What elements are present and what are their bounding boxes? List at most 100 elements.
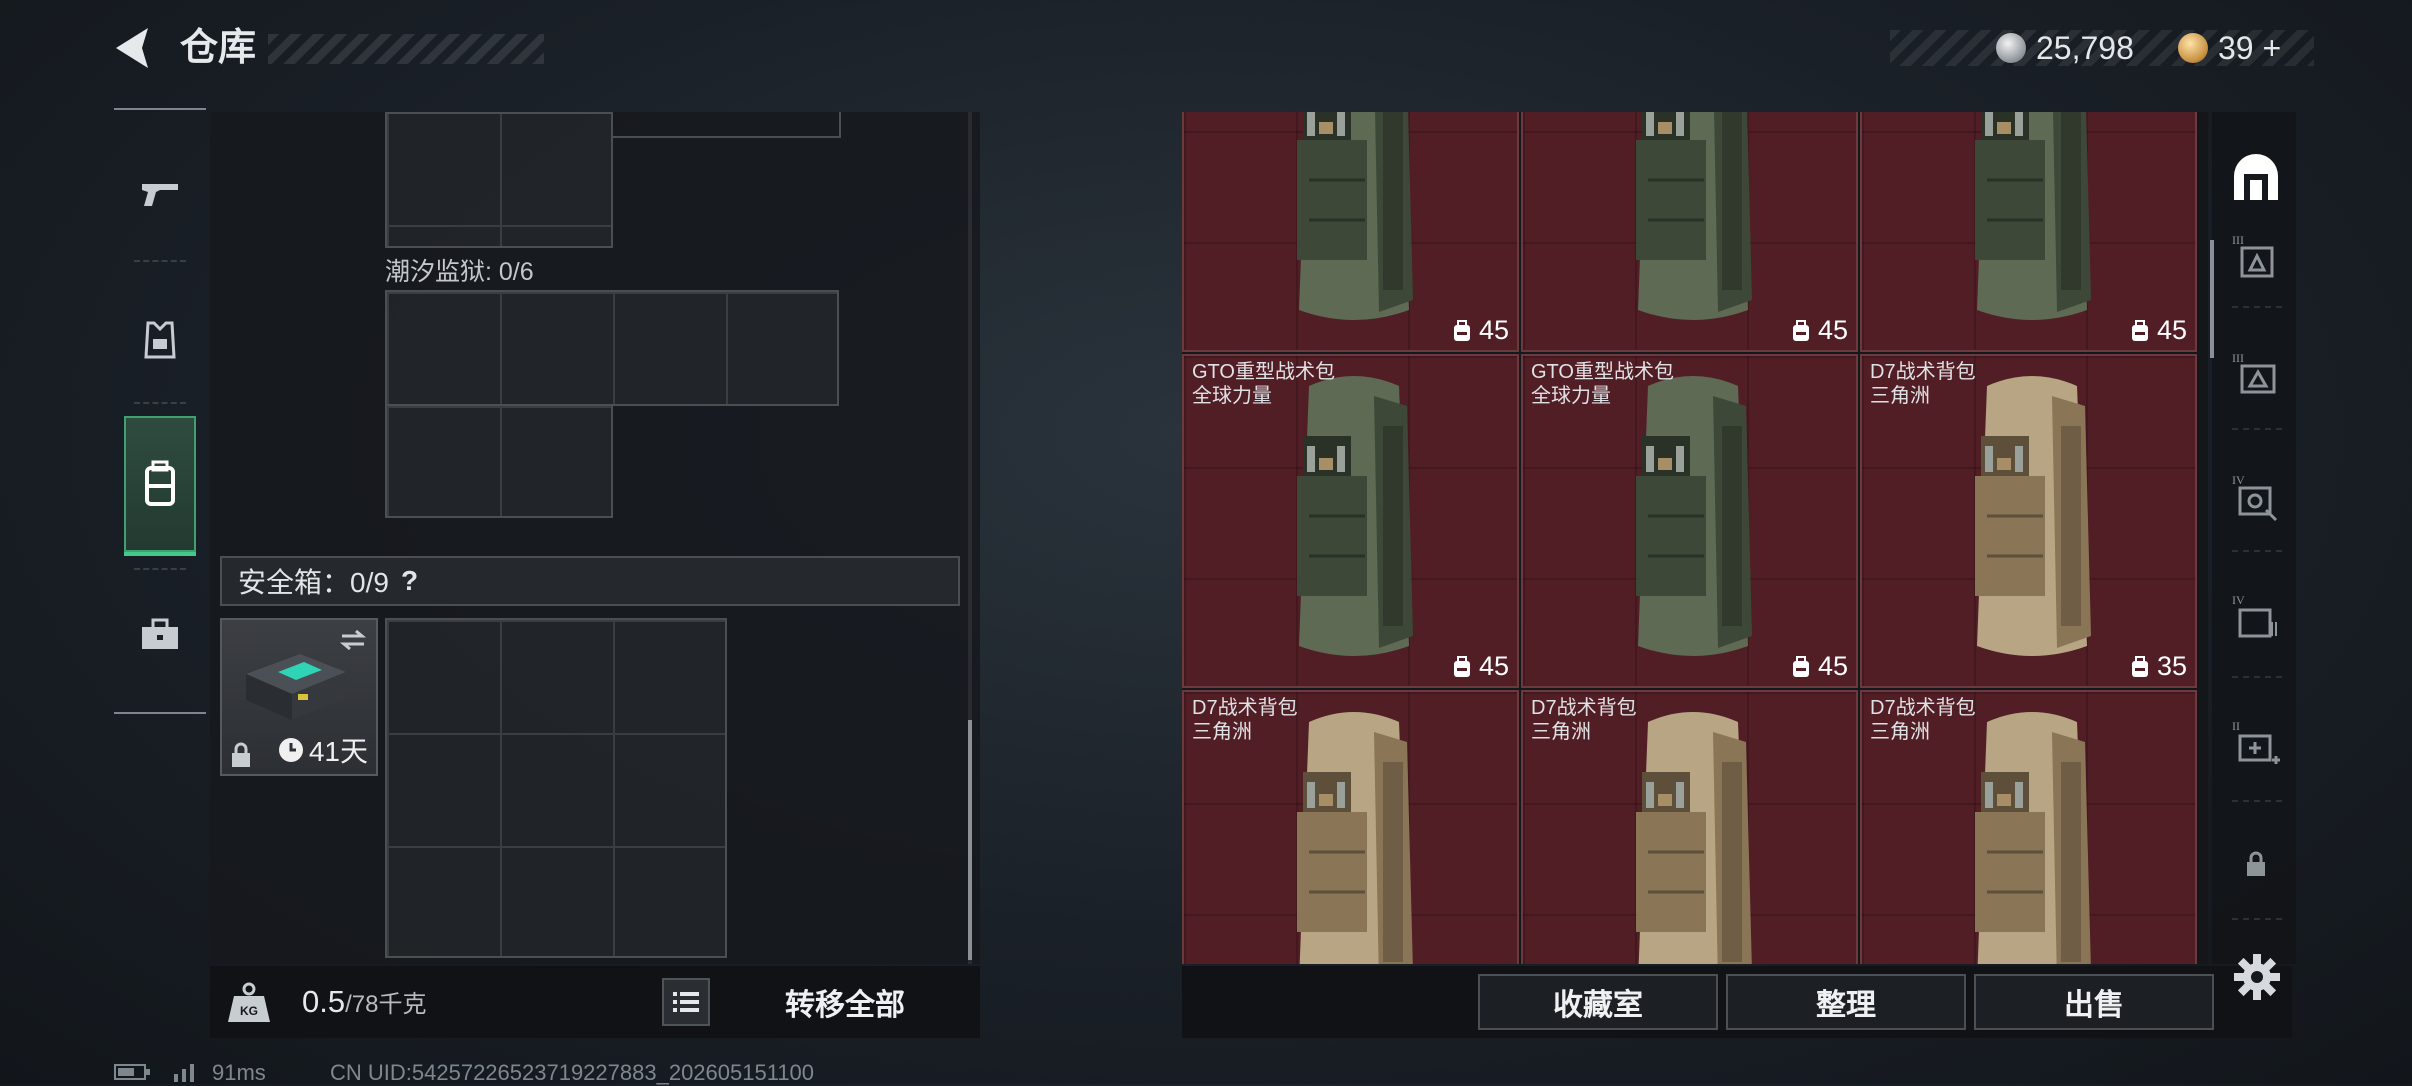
backpack-image <box>1975 712 2091 964</box>
item-brand: 三角洲 <box>1870 385 1930 407</box>
item-brand: 全球力量 <box>1192 385 1272 407</box>
filter-tier-iii-vest[interactable]: III <box>2224 344 2288 408</box>
gold-amount: 39 + <box>2218 29 2282 66</box>
backpack-image <box>1297 376 1413 656</box>
pistol-icon <box>142 184 178 206</box>
tab-backpacks[interactable] <box>124 416 196 556</box>
safebox-days-remaining: 41天 <box>308 736 368 767</box>
signal-icon <box>174 1064 194 1082</box>
uid-readout: CN UID:54257226523719227883_202605151100 <box>330 1060 815 1085</box>
clock-icon <box>278 738 303 762</box>
filter-tier-iv-case[interactable]: IV <box>2224 466 2288 530</box>
gold-coin-icon <box>2178 33 2208 63</box>
grid-edge <box>613 112 841 138</box>
safebox-image <box>246 654 346 720</box>
item-brand: 三角洲 <box>1531 721 1591 743</box>
tab-armor[interactable] <box>124 294 196 386</box>
toolbox-icon <box>142 618 178 649</box>
safebox-grid[interactable] <box>385 618 727 958</box>
item-cell[interactable]: D7战术背包 三角洲 <box>1521 690 1858 964</box>
svg-text:II: II <box>2232 719 2240 733</box>
silver-amount: 25,798 <box>2036 29 2134 66</box>
lock-icon <box>2247 851 2265 876</box>
item-scrollbar[interactable] <box>2210 240 2214 358</box>
help-icon[interactable]: ? <box>401 565 418 597</box>
organize-button[interactable]: 整理 <box>1726 974 1966 1030</box>
item-capacity: 35 <box>2129 651 2187 682</box>
home-icon <box>2234 154 2278 200</box>
item-name: D7战术背包 <box>1870 361 1976 383</box>
silver-coin-icon <box>1996 33 2026 63</box>
tab-weapons[interactable] <box>124 148 196 240</box>
svg-text:III: III <box>2232 233 2244 247</box>
list-view-button[interactable] <box>662 978 710 1026</box>
item-capacity-value: 45 <box>1817 651 1848 681</box>
back-button[interactable] <box>108 22 160 74</box>
backpack-image <box>1975 112 2091 320</box>
capacity-icon <box>1453 655 1470 677</box>
item-cell[interactable]: D7战术背包 三角洲 <box>1860 690 2197 964</box>
item-name: D7战术背包 <box>1192 697 1298 719</box>
weight-readout: 0.5/78千克 <box>302 984 426 1020</box>
storage-scrollbar[interactable] <box>968 720 972 960</box>
sell-button[interactable]: 出售 <box>1974 974 2214 1030</box>
item-brand: 三角洲 <box>1870 721 1930 743</box>
container-grid-top-row[interactable] <box>385 290 839 406</box>
backpack-image <box>1297 112 1413 320</box>
backpack-icon <box>145 460 175 506</box>
container-grid-bottom-row[interactable] <box>385 404 613 518</box>
tier-iv-case-icon: IV <box>2232 473 2278 522</box>
gold-currency[interactable]: 39 + <box>2178 28 2281 68</box>
weight-max: /78千克 <box>345 991 427 1018</box>
item-cell[interactable]: D7战术背包 三角洲 <box>1182 690 1519 964</box>
item-capacity-value: 35 <box>2156 651 2187 681</box>
svg-text:IV: IV <box>2232 473 2245 487</box>
item-cell[interactable]: GTO重型战术包 全球力量 45 <box>1521 354 1858 688</box>
safebox-timer: 41天 <box>277 730 368 770</box>
capacity-icon <box>1453 319 1470 341</box>
tier-iii-backpack-icon: III <box>2232 233 2274 278</box>
settings-gear-icon[interactable] <box>2232 952 2282 1002</box>
swap-icon[interactable] <box>338 628 368 652</box>
collection-room-button[interactable]: 收藏室 <box>1478 974 1718 1030</box>
item-capacity: 45 <box>2129 315 2187 346</box>
category-rail <box>114 108 206 716</box>
item-name: D7战术背包 <box>1531 697 1637 719</box>
safebox-item[interactable]: 41天 <box>220 618 378 776</box>
title-decoration <box>268 34 544 64</box>
capacity-icon <box>1792 319 1809 341</box>
svg-text:III: III <box>2232 351 2244 365</box>
item-name: GTO重型战术包 <box>1531 361 1674 383</box>
filter-tier-iv-container[interactable]: IV <box>2224 586 2288 650</box>
transfer-all-button[interactable]: 转移全部 <box>712 974 978 1030</box>
tier-iv-container-icon: IV <box>2232 593 2277 638</box>
container-grid-upper[interactable] <box>385 112 613 248</box>
item-capacity-value: 45 <box>1478 651 1509 681</box>
item-cell[interactable]: 全球力量45 <box>1860 112 2197 352</box>
item-cell[interactable]: D7战术背包 三角洲 35 <box>1860 354 2197 688</box>
battery-icon <box>114 1064 150 1080</box>
weight-icon: KG <box>228 982 270 1022</box>
vest-icon <box>144 321 176 359</box>
tab-tools[interactable] <box>124 588 196 680</box>
item-cell[interactable]: 全球力量45 <box>1182 112 1519 352</box>
backpack-image <box>1636 712 1752 964</box>
list-icon <box>673 992 699 1012</box>
item-cell[interactable]: 全球力量45 <box>1521 112 1858 352</box>
tier-ii-medkit-icon: II <box>2232 719 2280 764</box>
safebox-header: 安全箱：0/9 ? <box>220 556 960 606</box>
safebox-label: 安全箱：0/9 <box>238 567 389 598</box>
capacity-icon <box>1792 655 1809 677</box>
item-capacity: 45 <box>1790 651 1848 682</box>
filter-tier-iii-backpack[interactable]: III <box>2224 226 2288 290</box>
item-cell[interactable]: GTO重型战术包 全球力量 45 <box>1182 354 1519 688</box>
filter-tier-ii-medkit[interactable]: II <box>2224 712 2288 776</box>
item-grid: 全球力量45全球力量45全球力量45GTO重型战术包全球力量45GTO重型战术包… <box>1182 112 2208 964</box>
item-capacity-value: 45 <box>1817 315 1848 345</box>
filter-locked[interactable] <box>2224 832 2288 896</box>
lock-icon <box>232 742 250 767</box>
silver-currency: 25,798 <box>1996 28 2134 68</box>
status-bar <box>114 1060 200 1082</box>
weight-icon-label: KG <box>240 1004 258 1018</box>
filter-all[interactable] <box>2224 146 2288 210</box>
